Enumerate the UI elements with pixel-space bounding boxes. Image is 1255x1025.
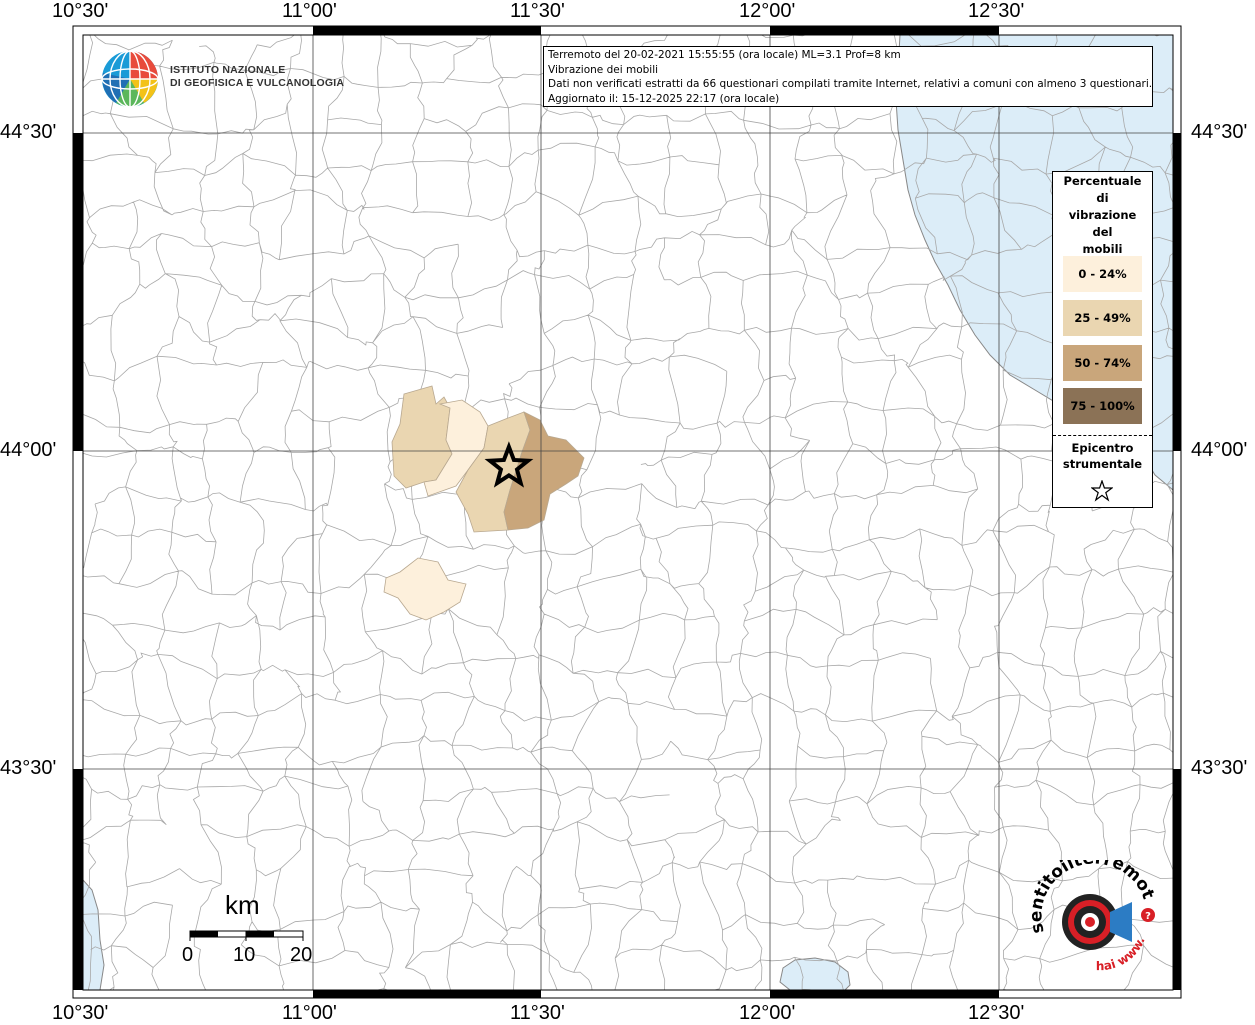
- lon-label-bottom-3: 11°30': [510, 1002, 565, 1024]
- legend: Percentuale di vibrazione del mobili 0 -…: [1052, 171, 1153, 508]
- lat-label-left-1: 44°30': [0, 121, 57, 143]
- epicenter-legend-title: Epicentro strumentale: [1053, 440, 1152, 472]
- svg-text:?: ?: [1145, 911, 1151, 922]
- lon-label-bottom-4: 12°00': [739, 1002, 796, 1024]
- star-icon: [1091, 480, 1113, 502]
- lon-label-top-1: 10°30': [52, 0, 109, 22]
- logo-line-1: ISTITUTO NAZIONALE: [170, 64, 286, 76]
- lat-label-right-1: 44°30': [1191, 121, 1248, 143]
- legend-swatch-50-74: 50 - 74%: [1063, 345, 1142, 381]
- lon-label-top-3: 11°30': [510, 0, 565, 22]
- legend-swatch-25-49: 25 - 49%: [1063, 300, 1142, 336]
- ingv-globe-icon: [101, 50, 159, 108]
- haisentitoilterremoto-logo-icon: sentitoilterremoto.it hai www. ?: [1030, 860, 1158, 973]
- lon-label-top-4: 12°00': [739, 0, 796, 22]
- scale-tick-0: 0: [182, 944, 194, 966]
- lat-label-left-3: 43°30': [0, 757, 57, 779]
- lon-label-bottom-5: 12°30': [968, 1002, 1025, 1024]
- legend-title: Percentuale di vibrazione del mobili: [1053, 173, 1152, 258]
- updated-line: Aggiornato il: 15-12-2025 22:17 (ora loc…: [548, 92, 780, 105]
- epicenter-title-line-2: strumentale: [1062, 457, 1143, 471]
- scale-tick-10: 10: [233, 944, 256, 966]
- lon-label-top-5: 12°30': [968, 0, 1025, 22]
- legend-title-line-2: di: [1096, 191, 1109, 205]
- event-line: Terremoto del 20-02-2021 15:55:55 (ora l…: [548, 49, 901, 61]
- scale-unit-label: km: [225, 890, 260, 920]
- lon-label-bottom-2: 11°00': [282, 1002, 337, 1024]
- lat-label-right-3: 43°30': [1191, 757, 1248, 779]
- scale-tick-20: 20: [290, 944, 313, 966]
- legend-title-line-4: del: [1092, 225, 1113, 239]
- lon-label-bottom-1: 10°30': [52, 1002, 109, 1024]
- legend-title-line-1: Percentuale: [1063, 174, 1142, 188]
- event-info-box: Terremoto del 20-02-2021 15:55:55 (ora l…: [543, 46, 1153, 107]
- lat-label-left-2: 44°00': [0, 439, 57, 461]
- lon-label-top-2: 11°00': [282, 0, 337, 22]
- data-note-line: Dati non verificati estratti da 66 quest…: [548, 78, 1153, 90]
- legend-separator: [1053, 435, 1152, 436]
- legend-title-line-3: vibrazione: [1068, 208, 1137, 222]
- lat-label-right-2: 44°00': [1191, 439, 1248, 461]
- logo-line-2: DI GEOFISICA E VULCANOLOGIA: [170, 77, 345, 89]
- legend-swatch-0-24: 0 - 24%: [1063, 256, 1142, 292]
- legend-swatch-75-100: 75 - 100%: [1063, 388, 1142, 424]
- parameter-line: Vibrazione dei mobili: [548, 63, 659, 76]
- ingv-logo-text: ISTITUTO NAZIONALE DI GEOFISICA E VULCAN…: [170, 64, 344, 90]
- epicenter-title-line-1: Epicentro: [1071, 441, 1134, 455]
